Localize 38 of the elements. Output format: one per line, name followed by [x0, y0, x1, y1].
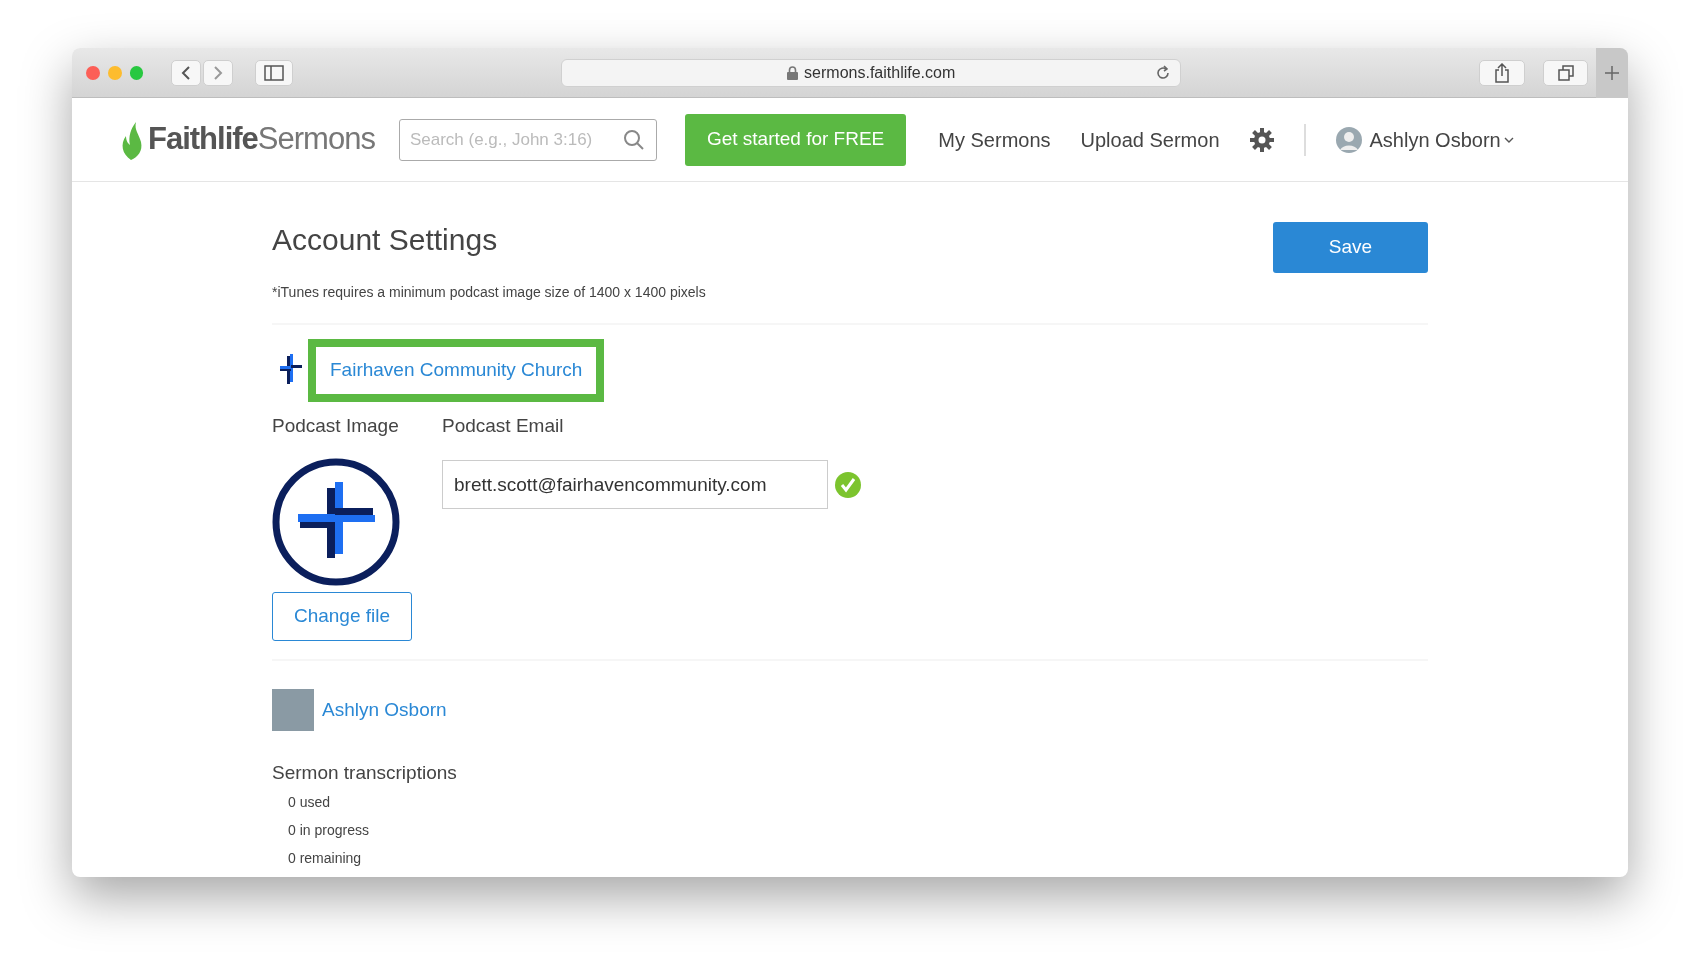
plus-icon	[1605, 65, 1620, 80]
sidebar-panel-icon	[264, 64, 285, 81]
sidebar-panel-button[interactable]	[255, 59, 294, 86]
transcription-count: 0 used	[287, 792, 332, 812]
search-field[interactable]: Search (e.g., John 3:16)	[398, 118, 657, 161]
page-title: Account Settings	[272, 222, 499, 258]
podcast-image-label: Podcast Image	[272, 413, 400, 438]
podcast-email-label: Podcast Email	[442, 413, 565, 438]
tabs-overview-button[interactable]	[1542, 59, 1589, 86]
back-arrow-button[interactable]	[171, 59, 202, 86]
brand-name[interactable]: Faithlife	[148, 116, 258, 163]
close-button[interactable]	[86, 65, 100, 80]
share-box-icon	[1493, 62, 1510, 83]
caret-icon	[1503, 135, 1514, 144]
transcription-count: 0 in progress	[287, 820, 370, 840]
user-photo-placeholder	[272, 689, 314, 731]
forward-arrow-button[interactable]	[203, 59, 234, 86]
url-text: sermons.faithlife.com	[804, 62, 956, 83]
user-menu[interactable]: Ashlyn Osborn	[1335, 124, 1514, 155]
transcriptions-title: Sermon transcriptions	[272, 761, 458, 785]
new-tab-button[interactable]	[1596, 48, 1628, 98]
search-icon[interactable]	[622, 128, 645, 151]
save-button[interactable]: Save	[1273, 222, 1428, 273]
get-started-button[interactable]: Get started for FREE	[684, 113, 907, 166]
nav-link[interactable]: Upload Sermon	[1080, 124, 1220, 155]
cross-logo-icon	[278, 354, 304, 387]
avatar-icon	[1335, 126, 1362, 153]
brand-name-suffix[interactable]: Sermons	[257, 116, 375, 163]
change-file-button[interactable]: Change file	[272, 592, 412, 641]
lock-icon	[787, 65, 799, 80]
image-size-note: *iTunes requires a minimum podcast image size of 1400 x 1400 pixels	[272, 283, 706, 302]
transcription-count: 0 remaining	[287, 848, 363, 868]
user-link[interactable]: Ashlyn Osborn	[322, 695, 447, 725]
share-box-button[interactable]	[1479, 59, 1525, 86]
church-link[interactable]: Fairhaven Community Church	[330, 359, 583, 380]
email-field[interactable]: brett.scott@fairhavencommunity.com	[442, 460, 828, 509]
tabs-overview-icon	[1556, 63, 1575, 82]
nav-link[interactable]: My Sermons	[938, 124, 1051, 155]
